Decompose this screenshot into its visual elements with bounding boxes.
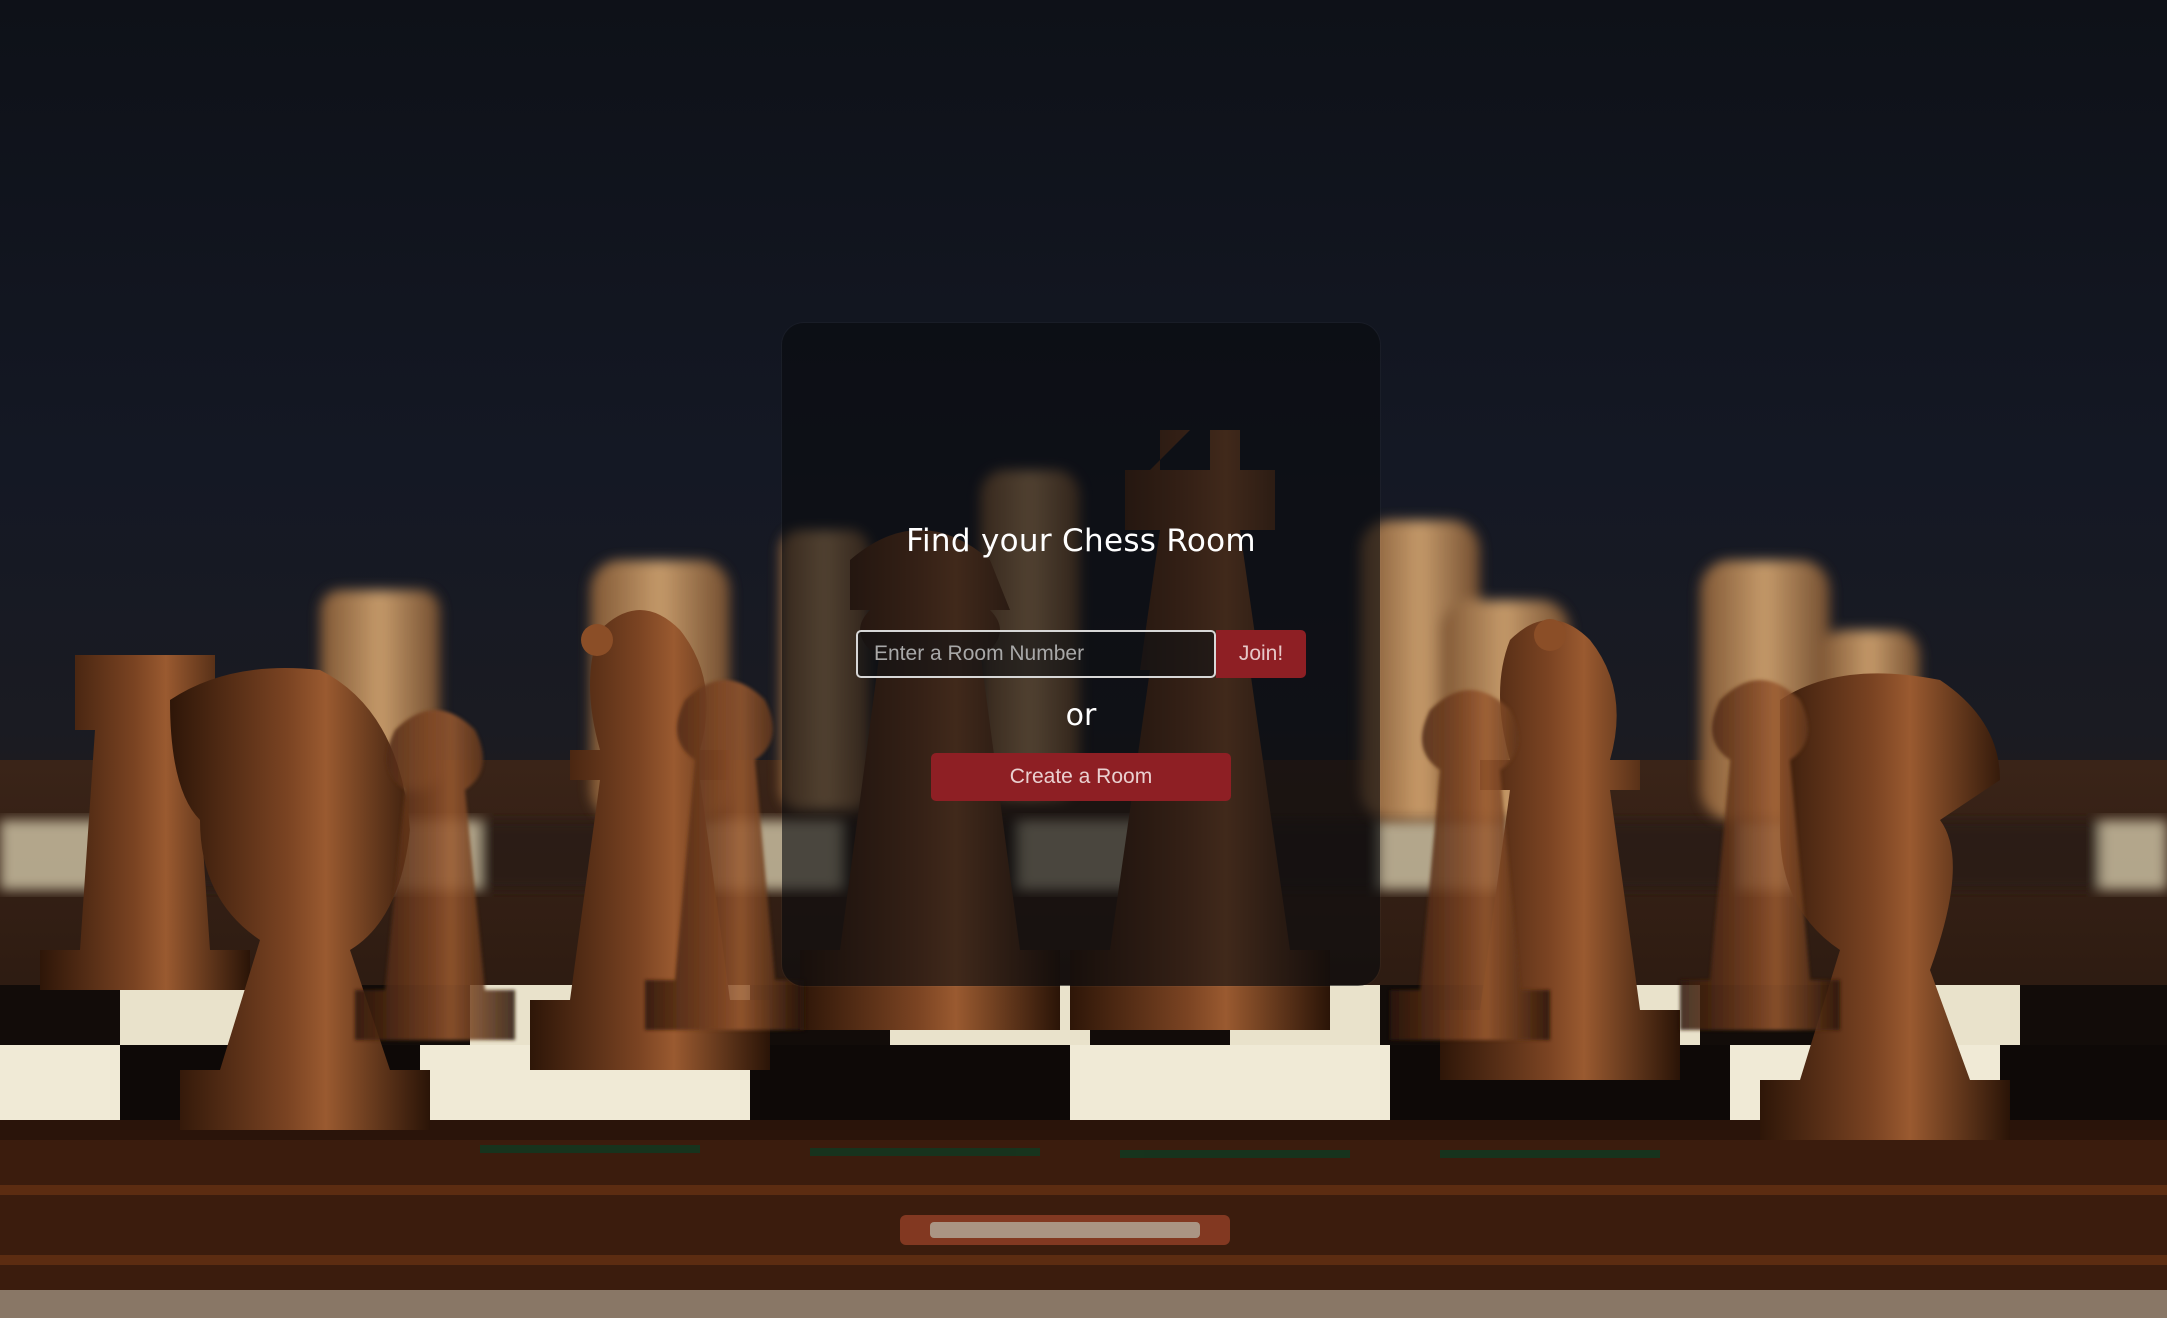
- or-divider-text: or: [1065, 698, 1097, 733]
- join-room-form: Join!: [856, 630, 1306, 678]
- join-button[interactable]: Join!: [1216, 630, 1306, 678]
- room-number-input[interactable]: [856, 630, 1216, 678]
- page-title: Find your Chess Room: [906, 523, 1256, 559]
- page: Find your Chess Room Join! or Create a R…: [0, 0, 2167, 1318]
- create-room-button[interactable]: Create a Room: [931, 753, 1231, 801]
- room-finder-card: Find your Chess Room Join! or Create a R…: [782, 323, 1380, 986]
